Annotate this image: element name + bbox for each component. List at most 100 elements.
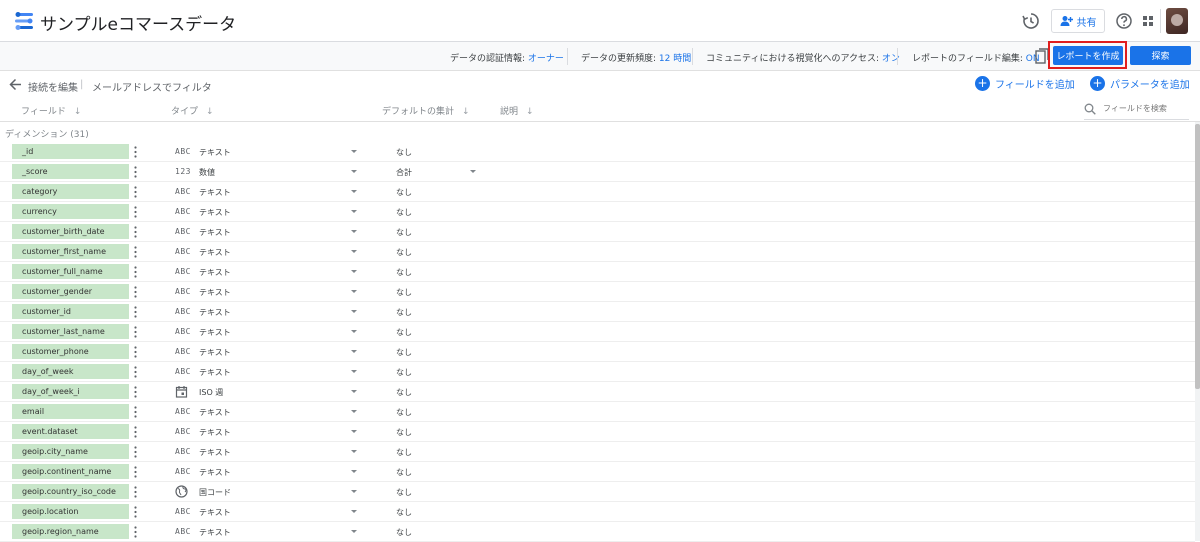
more-vert-icon[interactable] (134, 286, 137, 298)
field-name-chip[interactable]: currency (12, 204, 129, 219)
filter-by-email-link[interactable]: メールアドレスでフィルタ (92, 79, 212, 94)
dropdown-arrow-icon[interactable] (351, 330, 357, 333)
community-access-info[interactable]: コミュニティにおける視覚化へのアクセス: オン (706, 51, 900, 64)
table-row[interactable]: email ABC テキスト なし (0, 402, 1195, 422)
table-row[interactable]: day_of_week ABC テキスト なし (0, 362, 1195, 382)
more-vert-icon[interactable] (134, 226, 137, 238)
dropdown-arrow-icon[interactable] (351, 390, 357, 393)
table-row[interactable]: _id ABC テキスト なし (0, 142, 1195, 162)
add-parameter-button[interactable]: + パラメータを追加 (1090, 76, 1190, 91)
aggregation-value[interactable]: なし (396, 387, 412, 398)
copy-icon[interactable] (1035, 48, 1049, 64)
aggregation-value[interactable]: なし (396, 467, 412, 478)
type-select-value[interactable]: テキスト (199, 207, 231, 218)
table-row[interactable]: geoip.region_name ABC テキスト なし (0, 522, 1195, 542)
field-name-chip[interactable]: _id (12, 144, 129, 159)
dropdown-arrow-icon[interactable] (470, 170, 476, 173)
looker-studio-logo-icon[interactable] (14, 12, 34, 30)
apps-grid-icon[interactable] (1138, 11, 1158, 31)
type-select-value[interactable]: テキスト (199, 287, 231, 298)
aggregation-value[interactable]: なし (396, 447, 412, 458)
table-row[interactable]: customer_phone ABC テキスト なし (0, 342, 1195, 362)
type-select-value[interactable]: 国コード (199, 487, 231, 498)
dropdown-arrow-icon[interactable] (351, 150, 357, 153)
more-vert-icon[interactable] (134, 406, 137, 418)
type-select-value[interactable]: ISO 週 (199, 387, 223, 398)
page-title[interactable]: サンプルeコマースデータ (40, 10, 236, 35)
scrollbar-thumb[interactable] (1195, 124, 1200, 389)
more-vert-icon[interactable] (134, 146, 137, 158)
aggregation-value[interactable]: なし (396, 487, 412, 498)
field-name-chip[interactable]: email (12, 404, 129, 419)
aggregation-value[interactable]: なし (396, 347, 412, 358)
aggregation-value[interactable]: なし (396, 247, 412, 258)
column-default-aggregation[interactable]: デフォルトの集計 ↓ (382, 104, 470, 117)
table-row[interactable]: _score 123 数値 合計 (0, 162, 1195, 182)
aggregation-value[interactable]: なし (396, 407, 412, 418)
dropdown-arrow-icon[interactable] (351, 210, 357, 213)
aggregation-value[interactable]: なし (396, 307, 412, 318)
type-select-value[interactable]: テキスト (199, 147, 231, 158)
type-select-value[interactable]: テキスト (199, 507, 231, 518)
type-select-value[interactable]: テキスト (199, 307, 231, 318)
field-name-chip[interactable]: day_of_week (12, 364, 129, 379)
type-select-value[interactable]: テキスト (199, 347, 231, 358)
table-row[interactable]: customer_full_name ABC テキスト なし (0, 262, 1195, 282)
column-type[interactable]: タイプ ↓ (171, 104, 214, 117)
dropdown-arrow-icon[interactable] (351, 190, 357, 193)
type-select-value[interactable]: テキスト (199, 427, 231, 438)
dropdown-arrow-icon[interactable] (351, 250, 357, 253)
field-name-chip[interactable]: event.dataset (12, 424, 129, 439)
more-vert-icon[interactable] (134, 526, 137, 538)
table-row[interactable]: geoip.location ABC テキスト なし (0, 502, 1195, 522)
table-row[interactable]: customer_first_name ABC テキスト なし (0, 242, 1195, 262)
aggregation-value[interactable]: なし (396, 327, 412, 338)
field-name-chip[interactable]: customer_full_name (12, 264, 129, 279)
freshness-info[interactable]: データの更新頻度: 12 時間 (581, 51, 691, 64)
dropdown-arrow-icon[interactable] (351, 350, 357, 353)
aggregation-value[interactable]: なし (396, 147, 412, 158)
aggregation-value[interactable]: なし (396, 367, 412, 378)
field-name-chip[interactable]: customer_id (12, 304, 129, 319)
field-search-input[interactable] (1103, 104, 1188, 113)
aggregation-value[interactable]: なし (396, 507, 412, 518)
dropdown-arrow-icon[interactable] (351, 410, 357, 413)
dropdown-arrow-icon[interactable] (351, 270, 357, 273)
column-description[interactable]: 説明 ↓ (500, 104, 534, 117)
more-vert-icon[interactable] (134, 166, 137, 178)
field-name-chip[interactable]: customer_phone (12, 344, 129, 359)
table-row[interactable]: geoip.continent_name ABC テキスト なし (0, 462, 1195, 482)
more-vert-icon[interactable] (134, 366, 137, 378)
more-vert-icon[interactable] (134, 186, 137, 198)
more-vert-icon[interactable] (134, 206, 137, 218)
table-row[interactable]: event.dataset ABC テキスト なし (0, 422, 1195, 442)
field-name-chip[interactable]: geoip.location (12, 504, 129, 519)
dropdown-arrow-icon[interactable] (351, 310, 357, 313)
field-name-chip[interactable]: _score (12, 164, 129, 179)
more-vert-icon[interactable] (134, 306, 137, 318)
table-row[interactable]: category ABC テキスト なし (0, 182, 1195, 202)
more-vert-icon[interactable] (134, 486, 137, 498)
aggregation-value[interactable]: なし (396, 427, 412, 438)
table-row[interactable]: customer_last_name ABC テキスト なし (0, 322, 1195, 342)
help-icon[interactable] (1114, 11, 1134, 31)
table-row[interactable]: customer_id ABC テキスト なし (0, 302, 1195, 322)
dropdown-arrow-icon[interactable] (351, 530, 357, 533)
back-arrow-icon[interactable] (9, 78, 22, 91)
dropdown-arrow-icon[interactable] (351, 510, 357, 513)
share-button[interactable]: 共有 (1051, 9, 1105, 33)
dropdown-arrow-icon[interactable] (351, 470, 357, 473)
type-select-value[interactable]: テキスト (199, 187, 231, 198)
table-row[interactable]: currency ABC テキスト なし (0, 202, 1195, 222)
field-name-chip[interactable]: geoip.city_name (12, 444, 129, 459)
dropdown-arrow-icon[interactable] (351, 430, 357, 433)
table-row[interactable]: customer_birth_date ABC テキスト なし (0, 222, 1195, 242)
dropdown-arrow-icon[interactable] (351, 490, 357, 493)
aggregation-value[interactable]: なし (396, 267, 412, 278)
aggregation-value[interactable]: なし (396, 287, 412, 298)
dropdown-arrow-icon[interactable] (351, 290, 357, 293)
aggregation-value[interactable]: なし (396, 227, 412, 238)
table-row[interactable]: geoip.city_name ABC テキスト なし (0, 442, 1195, 462)
history-icon[interactable] (1021, 11, 1041, 31)
type-select-value[interactable]: 数値 (199, 167, 215, 178)
